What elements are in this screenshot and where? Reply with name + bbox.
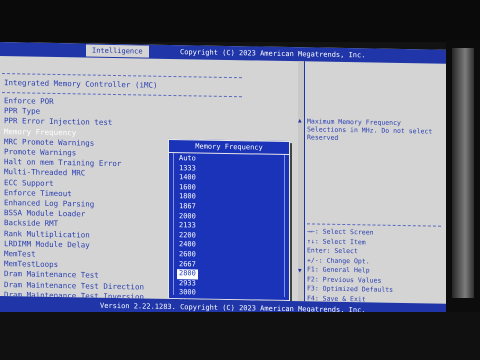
frequency-option[interactable]: 1400 (177, 173, 198, 183)
divider (2, 73, 242, 79)
setting-label: Rank Multiplication (4, 228, 90, 240)
frequency-option[interactable]: 2200 (177, 231, 198, 241)
tab-intelligence[interactable]: Intelligence (86, 44, 149, 58)
frequency-option[interactable]: 1333 (177, 164, 198, 174)
setting-item[interactable]: Enforce POR (4, 96, 54, 107)
setting-label: Backside RMT (4, 218, 59, 229)
frequency-option[interactable]: 2667 (177, 260, 198, 270)
setting-label: BSSA Module Loader (4, 208, 86, 219)
frequency-option[interactable]: 2000 (177, 212, 198, 222)
setting-item[interactable]: MemTest (4, 249, 36, 260)
setting-label: Multi-Threaded MRC (4, 167, 86, 178)
setting-label: Enforce Timeout (4, 187, 72, 199)
setting-label: PPR Type (4, 106, 41, 116)
popup-border (173, 153, 174, 296)
setting-label: PPR Error Injection test (4, 116, 113, 128)
frequency-option[interactable]: 2800 (177, 269, 198, 280)
setting-label: ECC Support (4, 177, 54, 188)
photo-top-dark-area (0, 0, 480, 42)
frequency-option[interactable]: 3000 (177, 288, 198, 298)
setting-label: Enhanced Log Parsing (4, 198, 95, 209)
setting-label: Halt on mem Training Error (4, 157, 122, 169)
frequency-option[interactable]: Auto (177, 154, 198, 164)
setting-item[interactable]: ECC Support (4, 178, 54, 189)
divider (307, 223, 441, 227)
setting-item[interactable]: Backside RMT (4, 218, 58, 229)
frequency-option[interactable]: 1800 (177, 192, 198, 202)
setting-label: LRDIMM Module Delay (4, 238, 90, 250)
frequency-options: Auto 1333 1400 1600 1800 1867 2000 2133 2200 2400… (177, 154, 198, 308)
scroll-down-arrow-icon[interactable]: ▼ (298, 267, 302, 274)
setting-item[interactable]: MemTestLoops (4, 259, 58, 270)
setting-label: Promote Warnings (4, 147, 77, 158)
frequency-option[interactable]: 2600 (177, 250, 198, 260)
bios-screen: Intelligence Copyright (C) 2023 American… (0, 42, 446, 320)
frequency-option[interactable]: 2133 (177, 221, 198, 231)
setting-label: MemTest (4, 249, 36, 259)
frequency-option[interactable]: 1867 (177, 202, 198, 212)
photo-glare (452, 48, 474, 298)
photo-bottom-dark-area (0, 312, 480, 360)
setting-label: Enforce POR (4, 96, 54, 106)
setting-item[interactable]: PPR Type (4, 106, 40, 117)
section-title: Integrated Memory Controller (iMC) (4, 78, 158, 90)
setting-label: MRC Promote Warnings (4, 136, 95, 148)
frequency-option[interactable]: 2933 (177, 279, 198, 289)
memory-frequency-popup: Memory Frequency Auto 1333 1400 1600 1800 186… (168, 138, 290, 306)
help-pane: Maximum Memory Frequency Selections in M… (304, 61, 446, 312)
popup-title: Memory Frequency (169, 139, 289, 156)
setting-label: MemTestLoops (4, 259, 59, 270)
setting-label: Memory Frequency (4, 126, 77, 137)
help-text: Maximum Memory Frequency Selections in M… (307, 117, 433, 142)
scroll-up-arrow-icon[interactable]: ▲ (298, 117, 302, 124)
popup-border (284, 154, 285, 297)
setting-label: Dram Maintenance Test (4, 269, 99, 281)
frequency-option[interactable]: 2400 (177, 240, 198, 250)
frequency-option[interactable]: 1600 (177, 183, 198, 193)
